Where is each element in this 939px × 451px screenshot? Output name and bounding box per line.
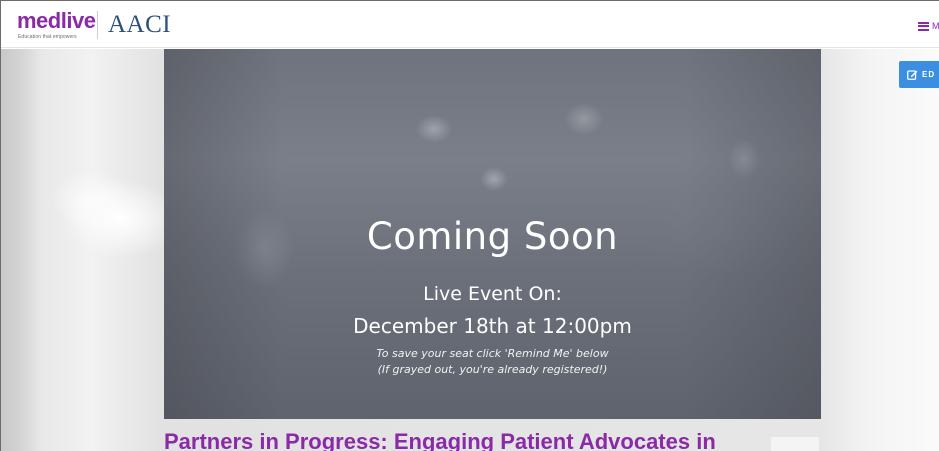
hero-registered-note: (If grayed out, you're already registere…: [377, 363, 608, 376]
menu-button[interactable]: M: [918, 19, 939, 33]
logo-divider: [97, 11, 98, 39]
hero-remind-note: To save your seat click 'Remind Me' belo…: [376, 347, 609, 360]
site-header: medlive Education that empowers AACI M: [1, 1, 939, 48]
event-title: Partners in Progress: Engaging Patient A…: [164, 429, 716, 451]
hero-event-date: December 18th at 12:00pm: [353, 314, 632, 338]
aaci-logo[interactable]: AACI: [108, 11, 171, 39]
hamburger-icon: [918, 21, 929, 31]
logo-tagline: Education that empowers: [18, 34, 77, 40]
hero-title: Coming Soon: [366, 215, 619, 258]
event-hero-banner: Coming Soon Live Event On: December 18th…: [164, 49, 821, 419]
edit-button-label: ED: [922, 70, 936, 79]
page-frame: medlive Education that empowers AACI M C…: [0, 0, 939, 451]
medlive-logo[interactable]: medlive: [17, 8, 96, 33]
medlive-logo-text: medlive: [17, 8, 96, 33]
edit-icon: [907, 70, 918, 80]
background-shadow: [1, 49, 41, 451]
hero-live-event-label: Live Event On:: [423, 283, 562, 305]
menu-label: M: [932, 21, 939, 31]
edit-button[interactable]: ED: [899, 61, 939, 88]
content-edge: [771, 437, 819, 451]
